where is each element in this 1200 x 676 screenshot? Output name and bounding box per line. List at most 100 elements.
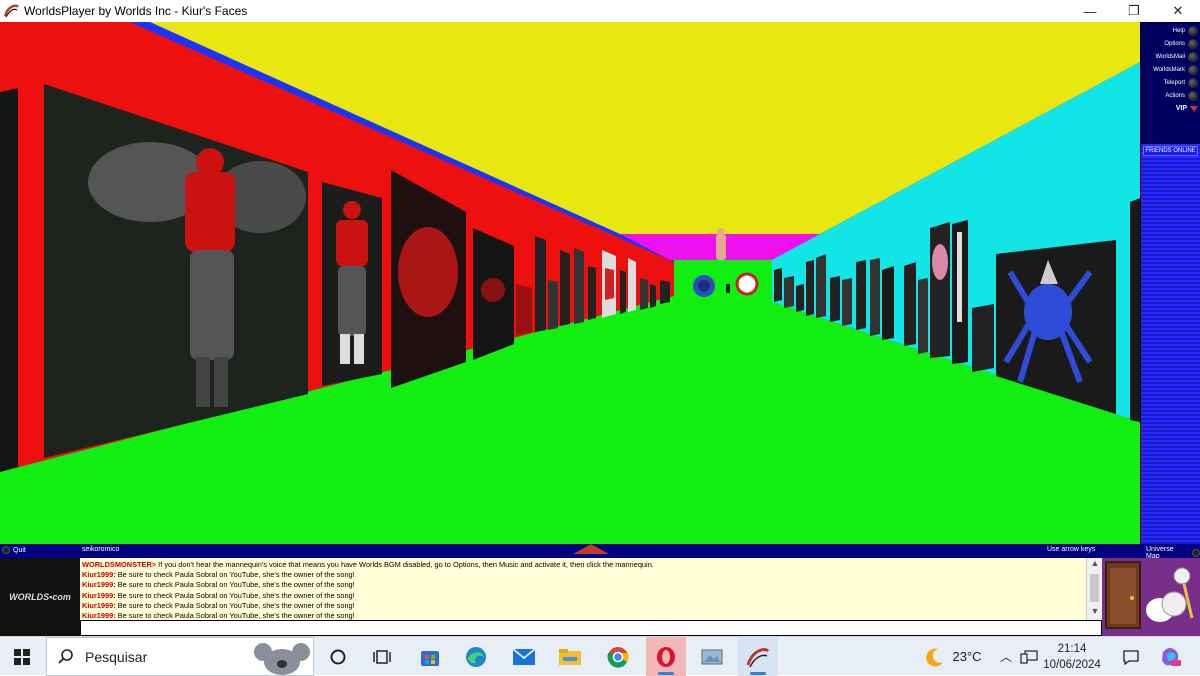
status-bar: Quit seikoromico Use arrow keys Universe… [0,544,1200,560]
avatar-panel[interactable] [1102,558,1200,636]
scroll-up-icon[interactable]: ▲ [1087,558,1103,572]
chevron-up-icon[interactable]: ︿ [996,637,1016,676]
taskbar-search[interactable]: Pesquisar [46,637,314,676]
door-knob [1130,596,1134,600]
painting[interactable] [796,284,804,312]
store-button[interactable] [410,637,450,676]
store-icon [421,650,439,666]
scroll-thumb[interactable] [1090,574,1099,602]
painting[interactable] [856,260,866,330]
painting[interactable] [620,270,626,314]
worldsmail-label: WorldsMail [1155,53,1185,60]
chat-message: WORLDSMONSTER> If you don't hear the man… [82,560,1084,570]
quit-button[interactable]: Quit [2,546,26,554]
painting[interactable] [535,236,546,332]
3d-world-viewport[interactable] [0,22,1140,544]
painting[interactable] [870,258,880,336]
explorer-button[interactable] [550,637,590,676]
painting[interactable] [918,278,928,354]
chat-input[interactable] [80,620,1102,636]
painting[interactable] [516,284,532,336]
painting[interactable] [774,268,782,302]
teleport-button[interactable]: Teleport [1141,76,1200,89]
door-panel [1110,568,1136,624]
edge-button[interactable] [456,637,496,676]
theater-mask-2 [1161,591,1187,617]
weather-widget[interactable]: 23°C [918,637,988,676]
minimize-button[interactable]: — [1068,0,1112,22]
edge-icon [466,646,486,667]
cortana-button[interactable] [318,637,358,676]
network-button[interactable] [1018,637,1040,676]
painting[interactable] [650,284,656,308]
painting[interactable] [574,248,584,324]
painting[interactable] [1130,198,1140,422]
painting[interactable] [784,276,794,308]
painting[interactable] [806,260,814,316]
task-view-button[interactable] [362,637,402,676]
painting[interactable] [660,280,670,304]
chat-log[interactable]: WORLDSMONSTER> If you don't hear the man… [80,558,1086,620]
mail-button[interactable] [504,637,544,676]
photos-button[interactable] [692,637,732,676]
opera-icon [657,646,675,667]
chat-scrollbar[interactable]: ▲ ▼ [1086,558,1102,620]
cortana-icon [330,649,346,664]
help-label: Help [1172,27,1185,34]
painting[interactable] [628,258,636,312]
painting[interactable] [882,266,894,340]
options-dot-icon [1188,38,1198,49]
system-clock[interactable]: 21:14 10/06/2024 [1040,637,1104,676]
painting[interactable] [842,278,852,326]
close-button[interactable]: ✕ [1156,0,1200,22]
mannequin-head [717,228,725,236]
quit-dot-icon [2,546,10,554]
chat-sender: Kiur1999: [82,570,116,580]
gesture-face-icon[interactable] [1173,567,1191,585]
teleport-label: Teleport [1163,79,1185,86]
help-button[interactable]: Help [1141,24,1200,37]
worldsmark-button[interactable]: WorldsMark [1141,63,1200,76]
chat-sender: Kiur1999: [82,580,116,590]
task-view-icon [373,649,391,664]
start-button[interactable] [0,637,44,676]
help-dot-icon [1188,25,1198,36]
dark-creature-figure [481,278,505,302]
painting[interactable] [560,250,570,326]
chat-text: Be sure to check Paula Sobral on YouTube… [115,590,355,600]
notifications-button[interactable] [1116,637,1146,676]
painting[interactable] [830,276,840,322]
expand-arrow-icon[interactable] [573,544,609,554]
painting[interactable] [588,266,596,320]
vip-button[interactable]: VIP [1141,102,1200,115]
opera-button[interactable] [646,637,686,676]
painting-detail [605,268,614,300]
chrome-button[interactable] [598,637,638,676]
scroll-down-icon[interactable]: ▼ [1087,606,1103,620]
friends-online-button[interactable]: FRIENDS ONLINE [1143,146,1198,156]
vip-arrow-icon [1190,105,1198,112]
chat-message: Kiur1999: Be sure to check Paula Sobral … [82,570,1084,580]
small-avatar[interactable] [726,284,730,293]
painting-blue-bunny[interactable] [972,304,994,372]
clown-face[interactable] [735,272,759,296]
painting[interactable] [640,278,648,310]
actions-button[interactable]: Actions [1141,89,1200,102]
worlds-logo-icon [3,4,19,18]
restore-button[interactable]: ❐ [1112,0,1156,22]
worldsmail-button[interactable]: WorldsMail [1141,50,1200,63]
mannequin[interactable] [716,234,726,260]
painting[interactable] [904,262,916,346]
painting[interactable] [0,88,18,472]
chat-text: Be sure to check Paula Sobral on YouTube… [115,600,355,610]
painting[interactable] [816,254,826,318]
worlds-player-button[interactable] [738,637,778,676]
painting[interactable] [548,280,558,330]
world-scene [0,22,1140,544]
options-button[interactable]: Options [1141,37,1200,50]
options-label: Options [1164,40,1185,47]
chat-message: Kiur1999: Be sure to check Paula Sobral … [82,591,1084,601]
copilot-button[interactable] [1154,637,1186,676]
painting-balloon[interactable] [930,222,950,358]
vip-label: VIP [1175,105,1187,112]
